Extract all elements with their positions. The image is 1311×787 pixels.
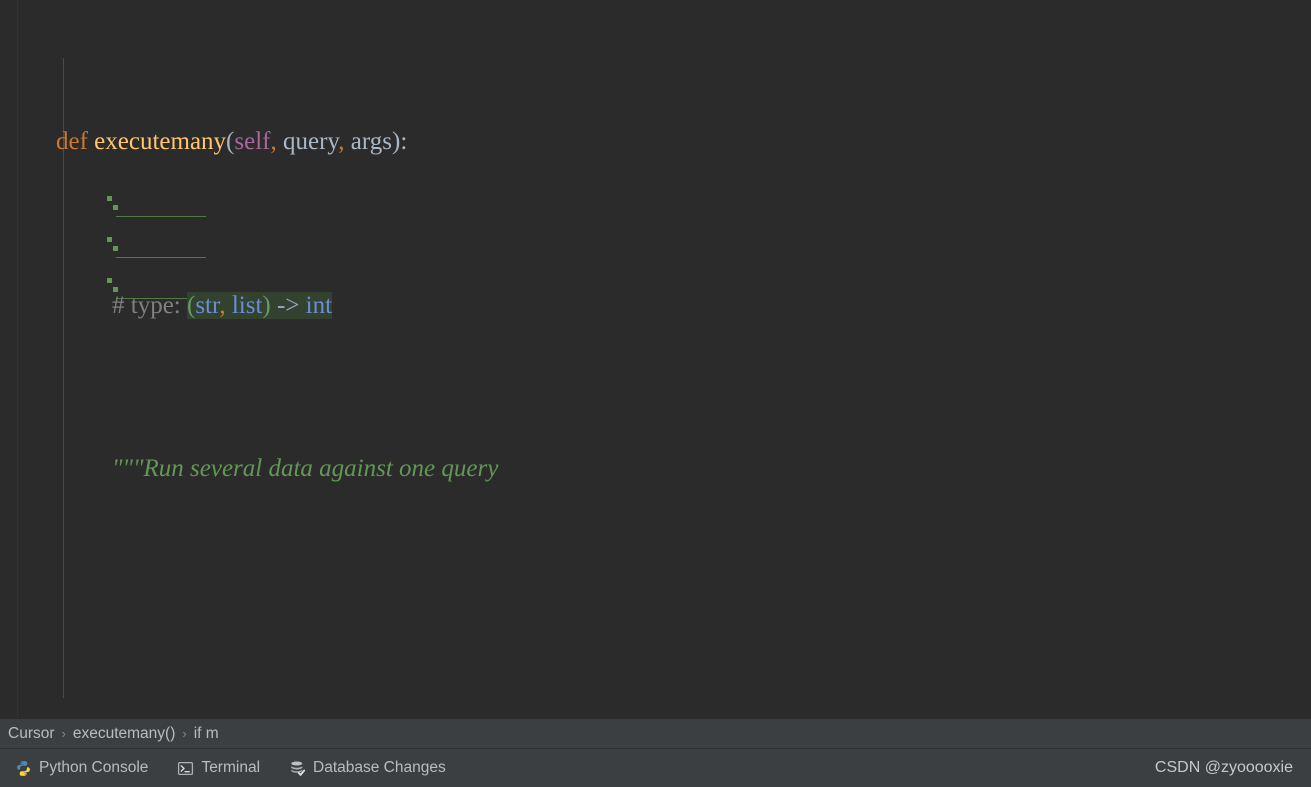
tool-button-database-changes[interactable]: Database Changes xyxy=(274,749,460,787)
terminal-icon xyxy=(176,759,194,777)
type-hint-highlight: (str, list) -> int xyxy=(187,291,333,319)
type-list: list xyxy=(225,291,263,319)
tool-window-bar: Python Console Terminal Database Changes… xyxy=(0,748,1311,787)
tool-button-terminal[interactable]: Terminal xyxy=(162,749,274,787)
breadcrumb: Cursor › executemany() › if m xyxy=(0,718,1311,748)
docstring-summary: Run several data against one query xyxy=(143,454,499,482)
param-query: query xyxy=(276,128,339,156)
code-content[interactable]: def executemany(self, query, args): # ty… xyxy=(0,0,1311,718)
code-line-type-comment[interactable]: # type: (str, list) -> int xyxy=(0,286,1311,327)
database-changes-icon xyxy=(288,759,306,777)
param-args: args xyxy=(344,128,392,156)
param-self: self xyxy=(234,128,271,156)
keyword-def: def xyxy=(56,128,88,156)
breadcrumb-item-if-m[interactable]: if m xyxy=(188,725,225,743)
python-icon xyxy=(14,759,32,777)
docstring-quote-open: """ xyxy=(112,454,144,482)
code-line-blank[interactable] xyxy=(0,612,1311,653)
tool-label-terminal: Terminal xyxy=(201,759,261,776)
type-int: int xyxy=(305,291,333,319)
breadcrumb-item-cursor[interactable]: Cursor xyxy=(2,725,61,743)
tool-label-python-console: Python Console xyxy=(39,759,149,776)
code-line-def[interactable]: def executemany(self, query, args): xyxy=(0,122,1311,163)
tool-label-database-changes: Database Changes xyxy=(313,759,446,776)
function-name: executemany xyxy=(94,128,227,156)
tool-button-python-console[interactable]: Python Console xyxy=(0,749,162,787)
code-line-doc-open[interactable]: """Run several data against one query xyxy=(0,449,1311,490)
type-arrow: -> xyxy=(270,291,306,319)
type-paren-close: ) xyxy=(262,291,271,319)
code-editor[interactable]: def executemany(self, query, args): # ty… xyxy=(0,0,1311,718)
watermark: CSDN @zyooooxie xyxy=(1154,759,1293,776)
comment-type-prefix: # type: xyxy=(112,291,187,319)
breadcrumb-item-executemany[interactable]: executemany() xyxy=(67,725,182,743)
paren-close-colon: ): xyxy=(392,128,408,156)
type-str: str xyxy=(195,291,220,319)
